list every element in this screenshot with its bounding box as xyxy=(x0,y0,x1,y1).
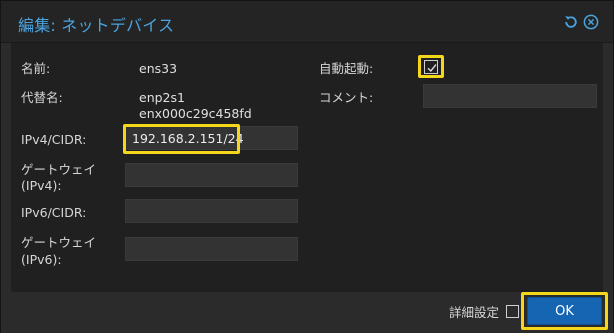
gateway-ipv4-label-line2: (IPv4): xyxy=(21,178,62,193)
altname-value-1: enp2s1 xyxy=(139,90,185,105)
dialog-footer xyxy=(1,293,613,333)
ipv6-cidr-input[interactable] xyxy=(125,199,298,223)
gateway-ipv4-label-line1: ゲートウェイ xyxy=(21,162,97,177)
checkmark-icon xyxy=(427,64,437,73)
name-label: 名前: xyxy=(21,61,51,76)
ok-button[interactable]: OK xyxy=(527,297,602,325)
autostart-label: 自動起動: xyxy=(319,61,374,76)
ipv4-cidr-label: IPv4/CIDR: xyxy=(21,132,87,147)
altname-label: 代替名: xyxy=(21,90,63,105)
close-icon[interactable] xyxy=(583,14,599,30)
network-device-dialog: 編集: ネットデバイス 名前: ens33 代替名: enp2s1 enx000… xyxy=(0,0,614,333)
dialog-titlebar: 編集: ネットデバイス xyxy=(1,1,613,43)
advanced-label: 詳細設定 xyxy=(449,305,500,320)
name-value: ens33 xyxy=(139,61,178,76)
gateway-ipv6-label-line1: ゲートウェイ xyxy=(21,235,97,250)
form-panel xyxy=(11,43,603,292)
reset-icon[interactable] xyxy=(563,14,579,30)
comment-label: コメント: xyxy=(319,90,374,105)
altname-value-2: enx000c29c458fd xyxy=(139,106,252,121)
gateway-ipv4-input[interactable] xyxy=(125,163,298,187)
autostart-checkbox[interactable] xyxy=(424,60,438,74)
advanced-checkbox[interactable] xyxy=(506,305,519,318)
gateway-ipv6-label-line2: (IPv6): xyxy=(21,252,62,267)
dialog-title: 編集: ネットデバイス xyxy=(18,16,175,35)
ipv6-cidr-label: IPv6/CIDR: xyxy=(21,205,87,220)
comment-input[interactable] xyxy=(423,84,597,108)
gateway-ipv6-input[interactable] xyxy=(125,237,298,261)
ipv4-cidr-input[interactable] xyxy=(125,126,298,150)
